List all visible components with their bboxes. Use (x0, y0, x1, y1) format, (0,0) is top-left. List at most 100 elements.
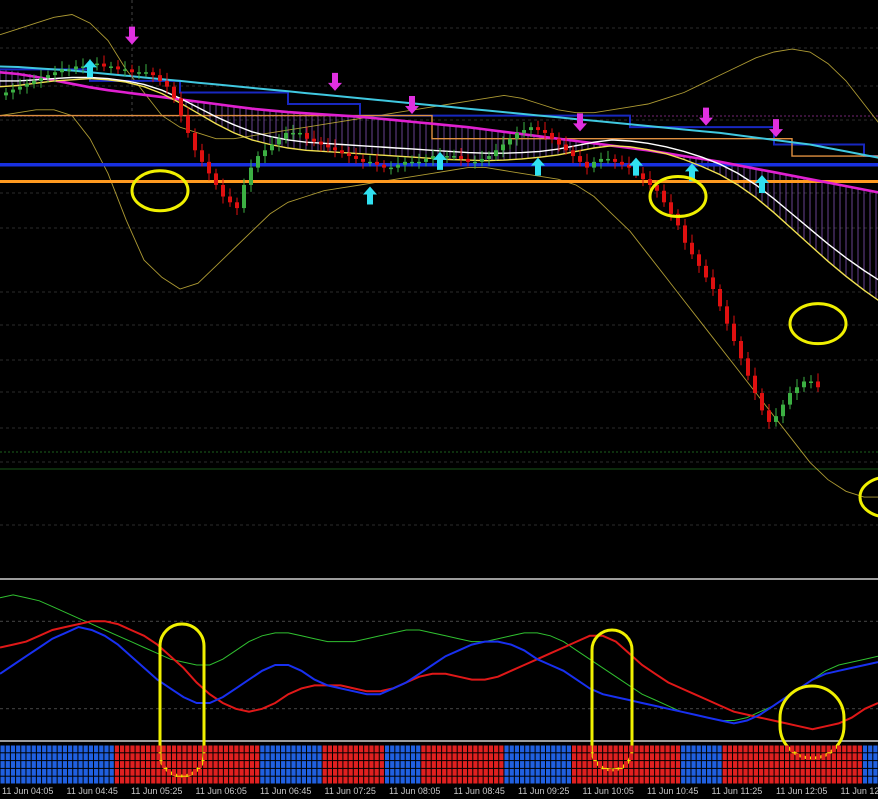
heat-cell (36, 761, 42, 768)
heat-cell (727, 768, 733, 776)
candle-body (564, 144, 568, 151)
heat-cell (358, 776, 364, 784)
heat-cell (171, 776, 177, 784)
heat-cell (561, 753, 566, 761)
heat-cell (73, 761, 78, 768)
heat-cell (234, 768, 239, 776)
heat-cell (566, 776, 571, 784)
heat-cell (249, 768, 255, 776)
heat-cell (244, 753, 249, 761)
heat-cell (26, 745, 31, 753)
heat-cell (62, 761, 68, 768)
heat-cell (426, 745, 431, 753)
heat-cell (125, 776, 130, 784)
heat-cell (114, 753, 119, 761)
heat-cell (691, 776, 696, 784)
heat-cell (577, 768, 582, 776)
heat-cell (416, 768, 421, 776)
trading-chart: 11 Jun 04:05 11 Jun 04:45 11 Jun 05:25 11 J… (0, 0, 878, 799)
heat-cell (857, 761, 862, 768)
heat-cell (260, 761, 265, 768)
heat-cell (255, 745, 260, 753)
heat-cell (514, 761, 520, 768)
heat-cell (707, 761, 712, 768)
heat-cell (696, 753, 701, 761)
heat-cell (504, 776, 509, 784)
heat-cell (68, 768, 73, 776)
heat-cell (779, 768, 784, 776)
heat-cell (759, 753, 764, 761)
heat-cell (57, 745, 62, 753)
heat-cell (317, 768, 322, 776)
heat-cell (62, 776, 68, 784)
candle-body (606, 158, 610, 161)
heat-cell (748, 753, 753, 761)
heat-cell (21, 761, 26, 768)
candle-body (291, 132, 295, 135)
heat-cell (753, 745, 759, 753)
heat-cell (16, 745, 21, 753)
heat-cell (790, 753, 795, 761)
heat-cell (686, 753, 691, 761)
candle-body (151, 72, 155, 76)
heat-cell (52, 753, 57, 761)
heat-cell (140, 753, 145, 761)
heat-cell (255, 768, 260, 776)
heat-cell (748, 768, 753, 776)
candle-body (529, 127, 533, 131)
heat-cell (42, 776, 47, 784)
heat-cell (494, 745, 499, 753)
heat-cell (462, 768, 468, 776)
heat-cell (307, 776, 312, 784)
heat-cell (852, 745, 857, 753)
heat-cell (852, 753, 857, 761)
heat-cell (281, 776, 286, 784)
heat-cell (94, 753, 99, 761)
heat-cell (426, 753, 431, 761)
candle-body (263, 150, 267, 157)
heat-cell (135, 761, 140, 768)
heat-cell (873, 745, 878, 753)
heat-cell (0, 753, 5, 761)
heat-cell (473, 776, 478, 784)
heat-cell (286, 768, 291, 776)
heat-cell (847, 776, 852, 784)
heat-cell (338, 745, 343, 753)
heat-cell (88, 753, 94, 761)
heat-cell (826, 776, 831, 784)
heat-cell (769, 761, 774, 768)
candle-body (487, 156, 491, 159)
heat-cell (405, 776, 410, 784)
heat-cell (525, 753, 530, 761)
heat-cell (10, 753, 16, 761)
heat-cell (426, 768, 431, 776)
candle-body (410, 161, 414, 164)
heat-cell (639, 761, 644, 768)
time-tick-label: 11 Jun 11:25 (712, 786, 763, 796)
heat-cell (784, 768, 790, 776)
heat-cell (826, 745, 831, 753)
time-tick-label: 11 Jun 09:25 (518, 786, 569, 796)
heat-cell (821, 768, 826, 776)
heat-cell (582, 768, 587, 776)
candle-body (207, 161, 211, 174)
heat-cell (546, 776, 551, 784)
heat-cell (52, 745, 57, 753)
heat-cell (592, 776, 597, 784)
heat-cell (223, 745, 229, 753)
heat-cell (530, 745, 535, 753)
candle-body (165, 80, 169, 87)
heat-cell (374, 761, 379, 768)
heat-cell (281, 761, 286, 768)
heat-cell (597, 745, 603, 753)
heat-cell (343, 768, 348, 776)
heat-cell (296, 745, 301, 753)
heat-cell (613, 753, 618, 761)
heat-cell (618, 753, 623, 761)
heat-cell (343, 776, 348, 784)
heat-cell (156, 768, 161, 776)
heat-cell (816, 745, 821, 753)
heat-cell (836, 753, 842, 761)
heat-cell (701, 753, 707, 761)
heat-cell (769, 768, 774, 776)
